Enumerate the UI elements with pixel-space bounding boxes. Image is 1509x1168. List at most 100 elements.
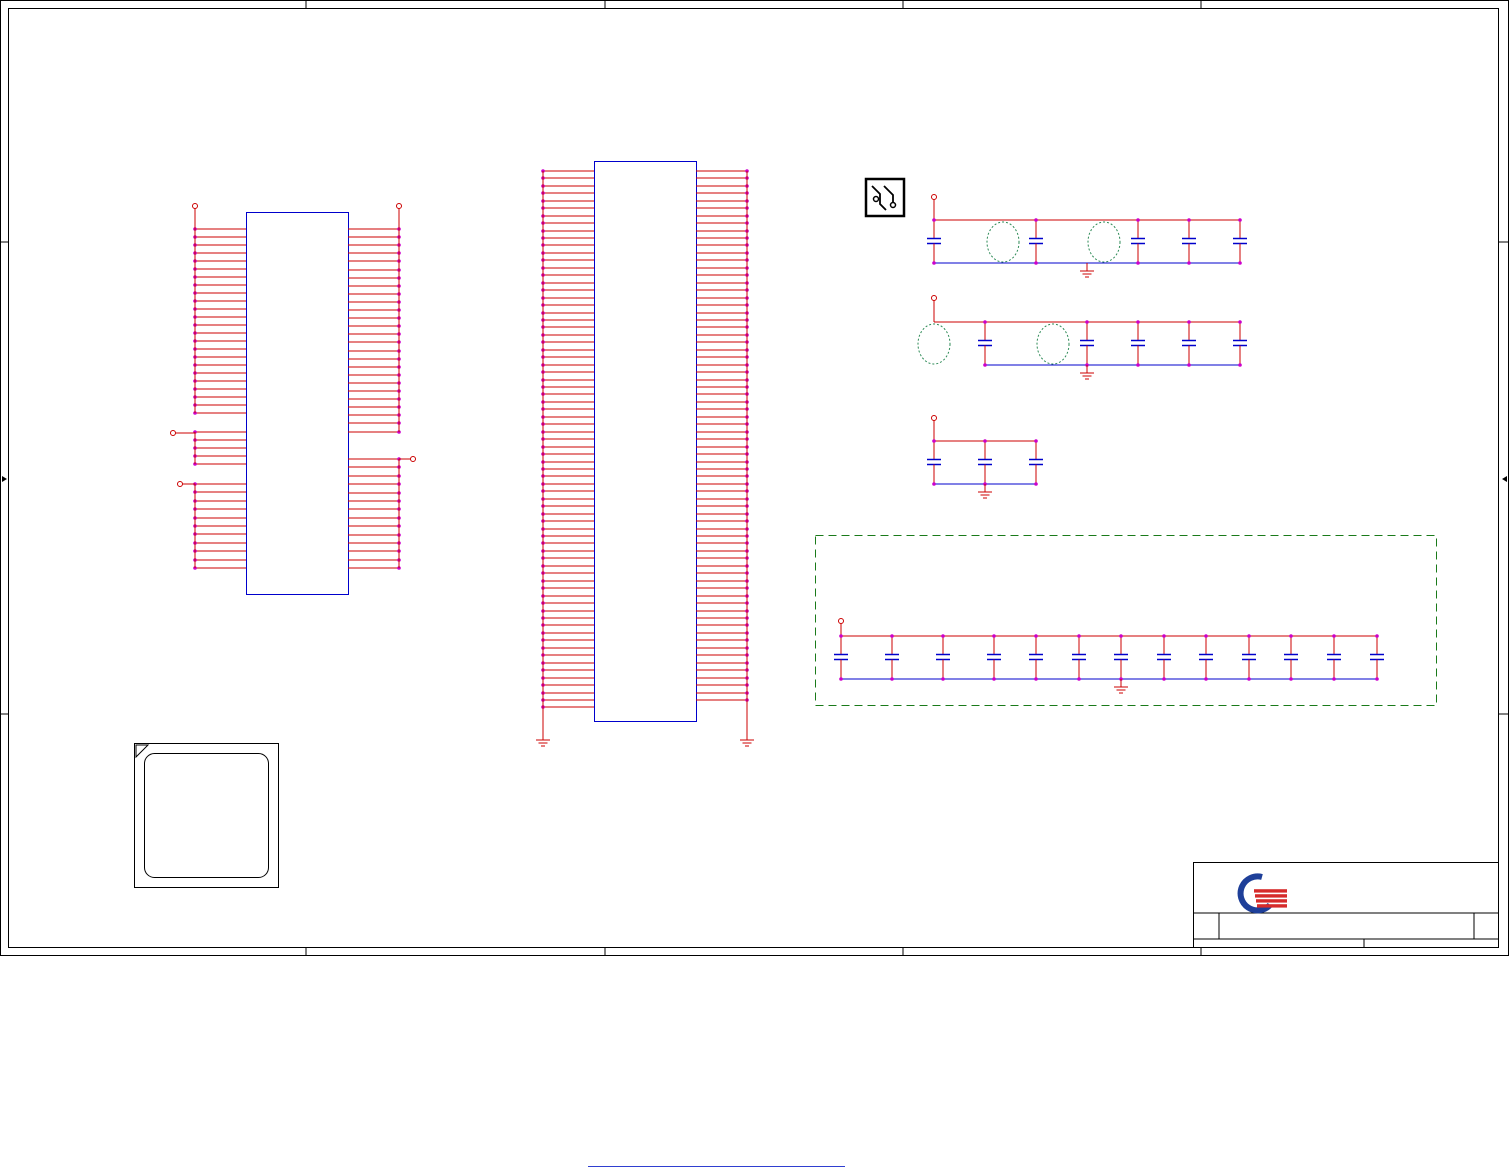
ground-symbol-icon [1080,270,1094,278]
ic-body [246,212,349,595]
junction-dot [1238,261,1242,265]
capacitor [1029,634,1043,681]
junction-dot [1085,320,1089,324]
ground-symbol-icon [1080,372,1094,380]
junction-dot [839,677,843,681]
capacitor [1284,634,1298,681]
schematic-sheet [0,0,1509,956]
logo-stripe [1254,889,1287,893]
ic-body [594,161,697,722]
ground-symbol-icon [536,739,550,747]
capacitor [1029,218,1043,265]
junction-dot [1136,261,1140,265]
capacitor [978,439,992,486]
unpopulated-footprint [986,221,1020,263]
capacitor [1029,439,1043,486]
junction-dot [932,218,936,222]
capacitor [927,439,941,486]
capacitor [834,634,848,681]
junction-dot [1332,677,1336,681]
junction-dot [992,677,996,681]
power-port [931,194,937,200]
ground-symbol-icon [978,491,992,499]
junction-dot [1238,218,1242,222]
junction-dot [1238,363,1242,367]
junction-dot [1204,634,1208,638]
junction-dot [1375,634,1379,638]
footer-link-underline[interactable] [588,1166,845,1167]
junction-dot [932,439,936,443]
ground-symbol-icon [740,739,754,747]
power-port [931,295,937,301]
capacitor [936,634,950,681]
junction-dot [1136,218,1140,222]
capacitor [1242,634,1256,681]
outer-border [0,0,1509,956]
junction-dot [1332,634,1336,638]
junction-dot [1187,218,1191,222]
power-port [410,456,416,462]
junction-dot [1136,320,1140,324]
decoupling-capacitor-banks [815,194,1437,706]
junction-dot [1247,677,1251,681]
junction-dot [1162,634,1166,638]
junction-dot [932,261,936,265]
junction-dot [1238,320,1242,324]
power-port [838,618,844,624]
ic-middle-connector [536,161,754,747]
capacitor [1199,634,1213,681]
company-logo [1237,873,1287,914]
junction-dot [1034,634,1038,638]
junction-dot [983,363,987,367]
unpopulated-footprint [1087,221,1121,263]
pcb-icon-frame [864,177,906,218]
junction-dot [1034,261,1038,265]
junction-dot [1187,320,1191,324]
power-port [177,481,183,487]
unpopulated-footprint [917,323,951,365]
ground-symbol-icon [1114,686,1128,694]
power-port [396,203,402,209]
capacitor [1233,218,1247,265]
junction-dot [1034,439,1038,443]
junction-dot [839,634,843,638]
capacitor-group-box [815,535,1437,706]
power-port [192,203,198,209]
junction-dot [1034,482,1038,486]
capacitor [1182,218,1196,265]
junction-dot [1187,363,1191,367]
capacitor [885,634,899,681]
junction-dot [932,482,936,486]
junction-dot [983,320,987,324]
capacitor [1072,634,1086,681]
pin1-marker [135,744,150,759]
capacitor [927,218,941,265]
capacitor [987,634,1001,681]
logo-stripe [1256,899,1287,903]
junction-dot [1136,363,1140,367]
capacitor [1157,634,1171,681]
junction-dot [890,677,894,681]
power-port [931,415,937,421]
power-port [170,430,176,436]
junction-dot [1187,261,1191,265]
junction-dot [1077,634,1081,638]
capacitor [1233,320,1247,367]
junction-dot [890,634,894,638]
junction-dot [1375,677,1379,681]
junction-dot [1034,677,1038,681]
unpopulated-footprint [1036,323,1070,365]
capacitor [1131,320,1145,367]
capacitor [1370,634,1384,681]
capacitor [1114,634,1128,681]
capacitor [1182,320,1196,367]
junction-dot [1289,634,1293,638]
title-block-frame [1193,862,1499,948]
inner-border [8,8,1499,948]
sheet-frame [0,0,1509,956]
junction-dot [941,634,945,638]
title-block [1193,862,1499,948]
logo-stripe [1257,904,1287,908]
package-outer [134,743,279,888]
junction-dot [1034,218,1038,222]
